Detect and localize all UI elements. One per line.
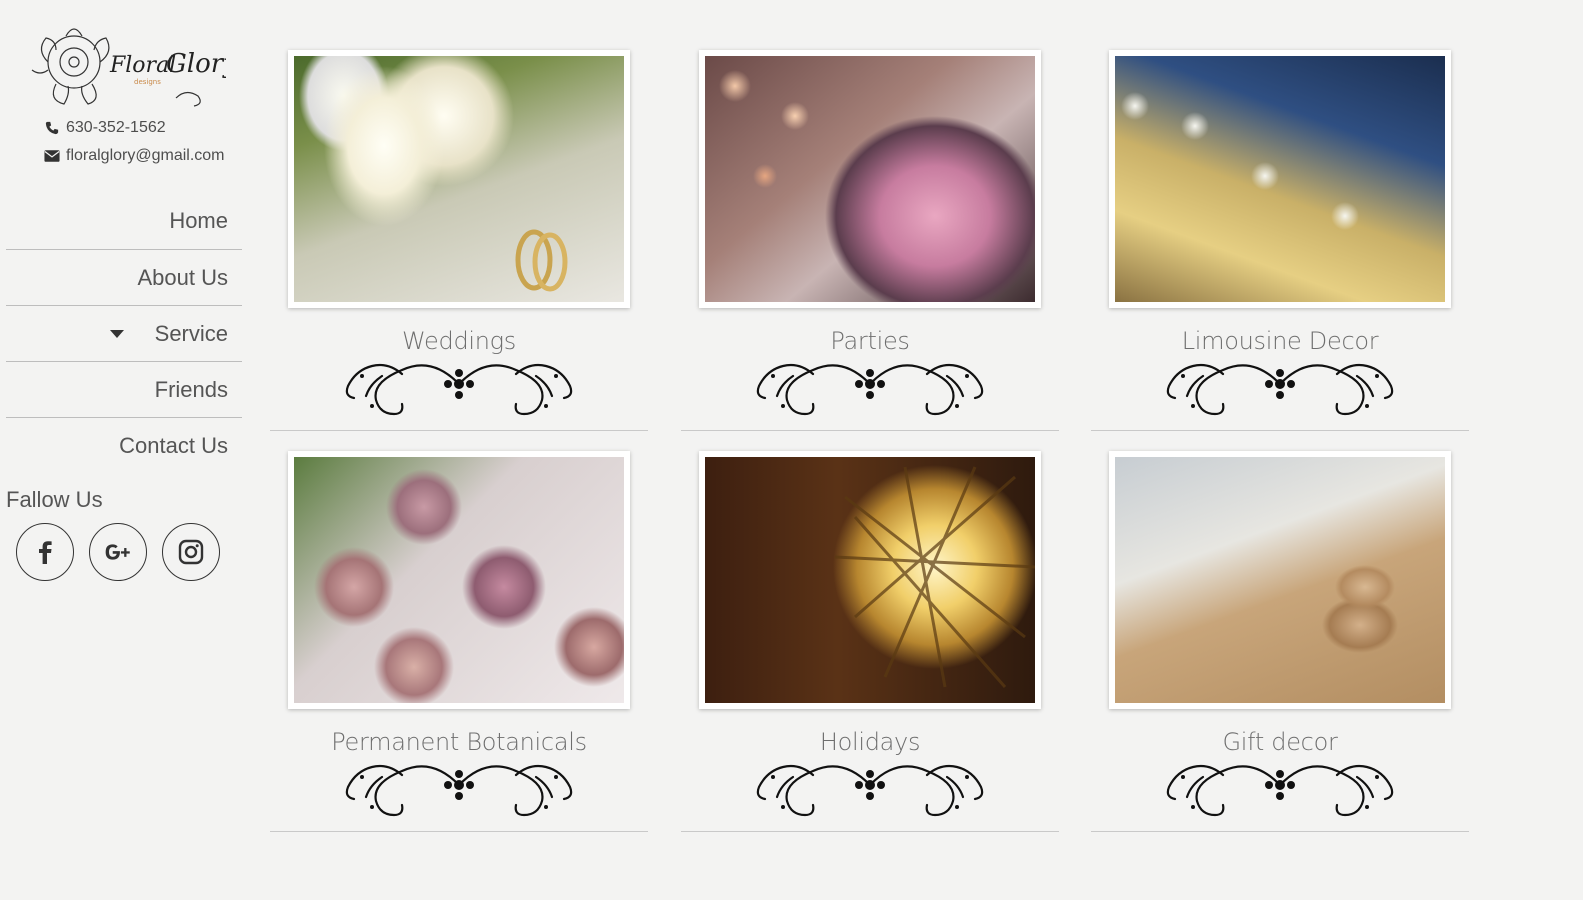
- nav-item-label: Friends: [154, 376, 228, 402]
- weddings-photo: [294, 56, 624, 302]
- gallery-card-parties: Parties: [681, 50, 1059, 431]
- flourish-ornament-icon: [345, 764, 573, 817]
- lantern-ball-icon: [834, 466, 1035, 688]
- floral-logo-icon: Floral Glory designs: [31, 28, 238, 107]
- photo-link[interactable]: [1109, 50, 1451, 308]
- facebook-button[interactable]: [16, 523, 74, 581]
- sidebar: Floral Glory designs 630-352-1562 floral…: [0, 0, 250, 900]
- flourish-ornament-icon: [756, 764, 984, 817]
- phone-contact[interactable]: 630-352-1562: [44, 119, 166, 137]
- nav-item-home[interactable]: Home: [6, 193, 242, 250]
- gallery-caption[interactable]: Holidays: [681, 728, 1059, 756]
- gallery-caption[interactable]: Limousine Decor: [1091, 327, 1469, 355]
- photo-link[interactable]: [1109, 451, 1451, 709]
- nav-item-contact-us[interactable]: Contact Us: [6, 418, 242, 474]
- gallery-caption[interactable]: Gift decor: [1091, 728, 1469, 756]
- nav-item-service[interactable]: Service: [6, 306, 242, 362]
- gallery-card-gift-decor: Gift decor: [1091, 451, 1469, 832]
- gallery-card-limousine-decor: Limousine Decor: [1091, 50, 1469, 431]
- svg-text:designs: designs: [134, 78, 161, 86]
- phone-number: 630-352-1562: [66, 119, 166, 136]
- photo-link[interactable]: [699, 50, 1041, 308]
- flourish-ornament-icon: [345, 363, 573, 416]
- svg-text:Glory: Glory: [166, 49, 226, 79]
- email-contact[interactable]: floralglory@gmail.com: [44, 147, 225, 165]
- instagram-button[interactable]: [162, 523, 220, 581]
- main-nav: Home About Us Service Friends Contact Us: [6, 193, 242, 474]
- nav-item-label: Contact Us: [119, 433, 228, 458]
- gallery-card-weddings: Weddings: [270, 50, 648, 431]
- email-address: floralglory@gmail.com: [66, 147, 225, 164]
- google-plus-icon: [105, 544, 130, 560]
- gallery-caption[interactable]: Parties: [681, 327, 1059, 355]
- flourish-ornament-icon: [1166, 764, 1394, 817]
- nav-item-about-us[interactable]: About Us: [6, 250, 242, 306]
- flourish-ornament-icon: [1166, 363, 1394, 416]
- limousine-decor-photo: [1115, 56, 1445, 302]
- photo-link[interactable]: [288, 451, 630, 709]
- nav-item-friends[interactable]: Friends: [6, 362, 242, 418]
- instagram-icon: [178, 539, 204, 565]
- permanent-botanicals-photo: [294, 457, 624, 703]
- nav-item-label: Home: [169, 208, 228, 233]
- caret-down-icon[interactable]: [110, 330, 124, 338]
- gallery-caption[interactable]: Weddings: [270, 327, 648, 355]
- google-plus-button[interactable]: [89, 523, 147, 581]
- phone-icon: [45, 121, 59, 135]
- nav-item-label: About Us: [137, 264, 229, 290]
- photo-link[interactable]: [288, 50, 630, 308]
- brand-logo[interactable]: Floral Glory designs: [26, 20, 238, 108]
- holidays-photo: [705, 457, 1035, 703]
- rings-icon: [515, 229, 568, 292]
- parties-photo: [705, 56, 1035, 302]
- gallery-card-permanent-botanicals: Permanent Botanicals: [270, 451, 648, 832]
- photo-link[interactable]: [699, 451, 1041, 709]
- gift-decor-photo: [1115, 457, 1445, 703]
- flourish-ornament-icon: [756, 363, 984, 416]
- gallery-card-holidays: Holidays: [681, 451, 1059, 832]
- follow-us-heading: Fallow Us: [6, 487, 103, 512]
- envelope-icon: [44, 150, 60, 162]
- facebook-icon: [39, 541, 52, 564]
- gallery-caption[interactable]: Permanent Botanicals: [270, 728, 648, 756]
- nav-item-label: Service: [154, 320, 228, 346]
